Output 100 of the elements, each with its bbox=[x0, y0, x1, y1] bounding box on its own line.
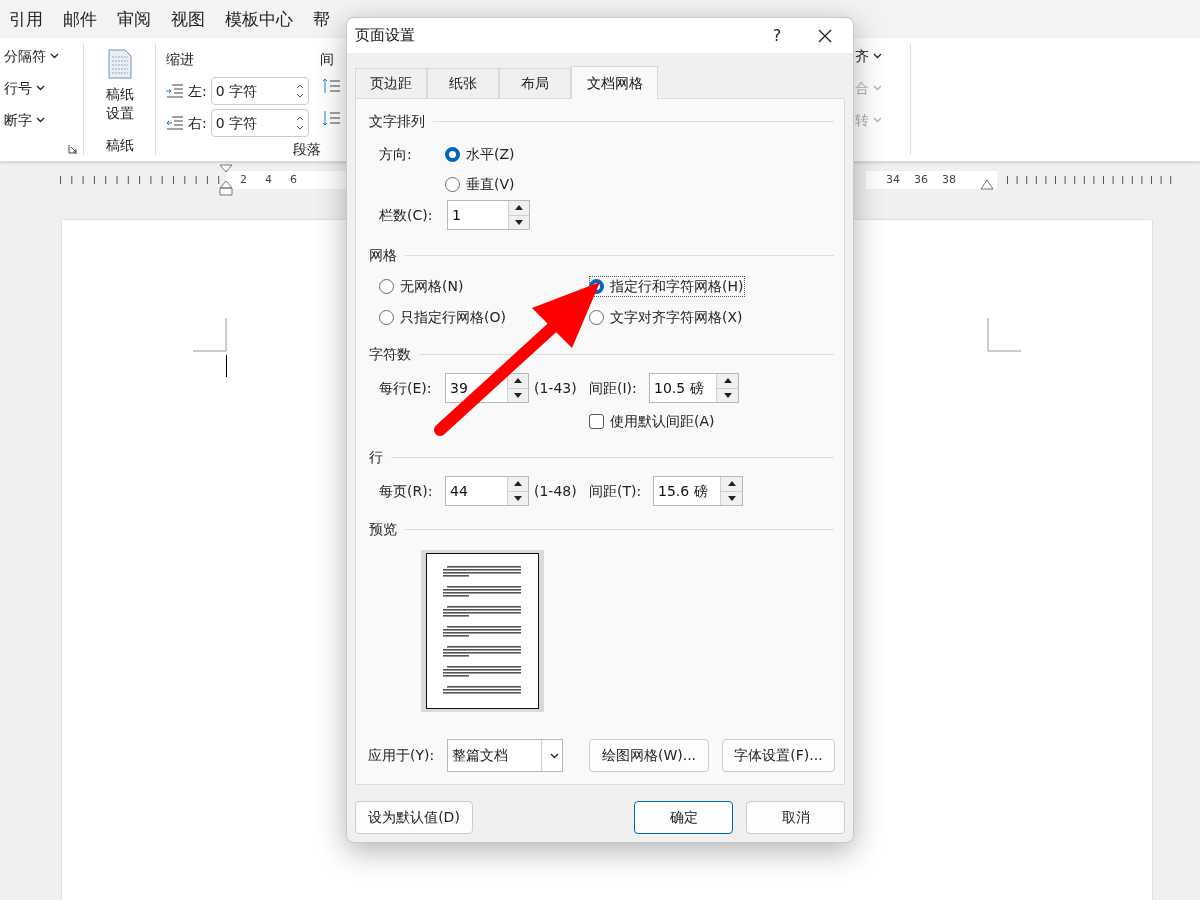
field-label: 每行(E): bbox=[379, 378, 433, 398]
indent-marker-icon[interactable] bbox=[219, 164, 233, 196]
ruler-number: 36 bbox=[914, 171, 928, 188]
triangle-up-icon bbox=[723, 378, 732, 384]
spacing-before-icon bbox=[322, 78, 340, 94]
menu-tab[interactable]: 引用 bbox=[9, 10, 43, 28]
indent-label: 左: bbox=[188, 81, 207, 101]
menu-tab[interactable]: 模板中心 bbox=[225, 10, 293, 28]
ruler-number: 34 bbox=[886, 171, 900, 188]
line-pitch-field[interactable]: 15.6 磅 bbox=[653, 476, 743, 506]
apply-to-dropdown[interactable]: 整篇文档 bbox=[447, 739, 563, 772]
indent-marker-icon[interactable] bbox=[980, 178, 994, 190]
spacing-after-icon bbox=[322, 110, 340, 126]
help-button[interactable]: ? bbox=[757, 18, 797, 53]
chevron-down-icon bbox=[873, 85, 882, 91]
menu-tab[interactable]: 邮件 bbox=[63, 10, 97, 28]
field-label: 方向: bbox=[379, 144, 413, 164]
field-label: 每页(R): bbox=[379, 481, 434, 501]
radio-button[interactable] bbox=[445, 146, 460, 162]
ribbon-dropdown[interactable]: 分隔符 bbox=[4, 46, 83, 66]
ribbon-dropdown[interactable]: 齐 bbox=[855, 46, 910, 66]
char-pitch-field[interactable]: 10.5 磅 bbox=[649, 373, 739, 403]
ruler-number: 6 bbox=[290, 171, 297, 188]
radio-button[interactable] bbox=[589, 310, 604, 325]
chevron-down-icon bbox=[36, 85, 45, 91]
columns-field[interactable]: 1 bbox=[447, 200, 530, 230]
dialog-tab[interactable]: 布局 bbox=[499, 68, 571, 98]
spin-up-button[interactable] bbox=[509, 201, 529, 216]
indent-field[interactable]: 0 字符 bbox=[210, 109, 309, 137]
indent-left-icon bbox=[166, 84, 184, 98]
triangle-down-icon bbox=[515, 219, 523, 225]
spin-up-button[interactable] bbox=[508, 477, 528, 492]
dialog-button[interactable]: 字体设置(F)... bbox=[722, 739, 835, 772]
range-text: (1-43) bbox=[534, 378, 578, 398]
triangle-up-icon bbox=[727, 481, 736, 487]
dialog-launcher-icon[interactable] bbox=[68, 144, 78, 154]
spin-up-button[interactable] bbox=[508, 374, 528, 389]
set-default-button[interactable]: 设为默认值(D) bbox=[355, 801, 473, 834]
chevron-down-icon bbox=[873, 53, 882, 59]
spin-arrows-icon bbox=[295, 115, 304, 131]
spin-up-button[interactable] bbox=[717, 374, 738, 389]
indent-label: 右: bbox=[188, 113, 207, 133]
ribbon-dropdown[interactable]: 行号 bbox=[4, 78, 83, 98]
chevron-down-icon bbox=[50, 53, 59, 59]
checkbox-option[interactable]: 使用默认间距(A) bbox=[589, 410, 715, 432]
group-label: 段落 bbox=[293, 140, 321, 159]
dialog-title: 页面设置 bbox=[355, 25, 416, 47]
section-title: 预览 bbox=[369, 519, 397, 539]
section-title: 文字排列 bbox=[369, 111, 425, 131]
corner-mark-icon bbox=[987, 318, 1021, 352]
dialog-tab[interactable]: 页边距 bbox=[355, 68, 427, 98]
radio-button[interactable] bbox=[445, 176, 460, 192]
triangle-down-icon bbox=[727, 495, 736, 501]
field-label: 栏数(C): bbox=[379, 205, 434, 225]
field-label: 应用于(Y): bbox=[368, 746, 436, 765]
manuscript-button[interactable]: 稿纸设置 bbox=[103, 49, 136, 123]
close-icon bbox=[818, 28, 832, 43]
menu-tab[interactable]: 帮 bbox=[313, 10, 330, 28]
radio-button[interactable] bbox=[379, 279, 394, 294]
triangle-down-icon bbox=[723, 392, 732, 398]
menu-tab[interactable]: 视图 bbox=[171, 10, 205, 28]
section-title: 行 bbox=[369, 447, 383, 467]
ok-button[interactable]: 确定 bbox=[634, 801, 733, 834]
field-label: 间距(T): bbox=[589, 481, 643, 501]
chevron-down-icon bbox=[873, 117, 882, 123]
cancel-button[interactable]: 取消 bbox=[746, 801, 845, 834]
range-text: (1-48) bbox=[534, 481, 578, 501]
radio-option[interactable]: 只指定行网格(O) bbox=[379, 307, 506, 328]
ruler-number: 2 bbox=[240, 171, 247, 188]
group-title: 缩进 bbox=[166, 51, 194, 67]
group-title: 间 bbox=[320, 51, 334, 67]
field-label: 间距(I): bbox=[589, 378, 638, 398]
triangle-up-icon bbox=[514, 378, 522, 384]
menu-tab[interactable]: 审阅 bbox=[117, 10, 151, 28]
radio-option[interactable]: 水平(Z) bbox=[445, 143, 515, 165]
section-title: 字符数 bbox=[369, 344, 411, 364]
group-label: 稿纸 bbox=[105, 136, 134, 155]
ribbon-dropdown[interactable]: 断字 bbox=[4, 110, 83, 130]
triangle-up-icon bbox=[515, 205, 523, 211]
spin-arrows-icon bbox=[295, 83, 304, 99]
spin-up-button[interactable] bbox=[721, 477, 742, 492]
radio-option[interactable]: 无网格(N) bbox=[379, 276, 464, 297]
radio-option[interactable]: 垂直(V) bbox=[445, 173, 515, 195]
indent-field[interactable]: 0 字符 bbox=[210, 77, 309, 105]
triangle-up-icon bbox=[514, 481, 522, 487]
ruler-number: 38 bbox=[942, 171, 956, 188]
triangle-down-icon bbox=[514, 392, 522, 398]
radio-option[interactable]: 文字对齐字符网格(X) bbox=[589, 307, 743, 328]
dialog-tab[interactable]: 文档网格 bbox=[571, 66, 658, 99]
dialog-button[interactable]: 绘图网格(W)... bbox=[589, 739, 709, 772]
indent-right-icon bbox=[166, 116, 184, 130]
section-title: 网格 bbox=[369, 245, 397, 265]
radio-button[interactable] bbox=[379, 310, 394, 325]
triangle-down-icon bbox=[514, 495, 522, 501]
grid-paper-icon bbox=[107, 49, 132, 79]
dialog-tab[interactable]: 纸张 bbox=[427, 68, 499, 98]
per-page-field[interactable]: 44 bbox=[445, 476, 529, 506]
text-cursor bbox=[226, 355, 227, 377]
chevron-down-icon bbox=[36, 117, 45, 123]
checkbox[interactable] bbox=[589, 413, 604, 429]
